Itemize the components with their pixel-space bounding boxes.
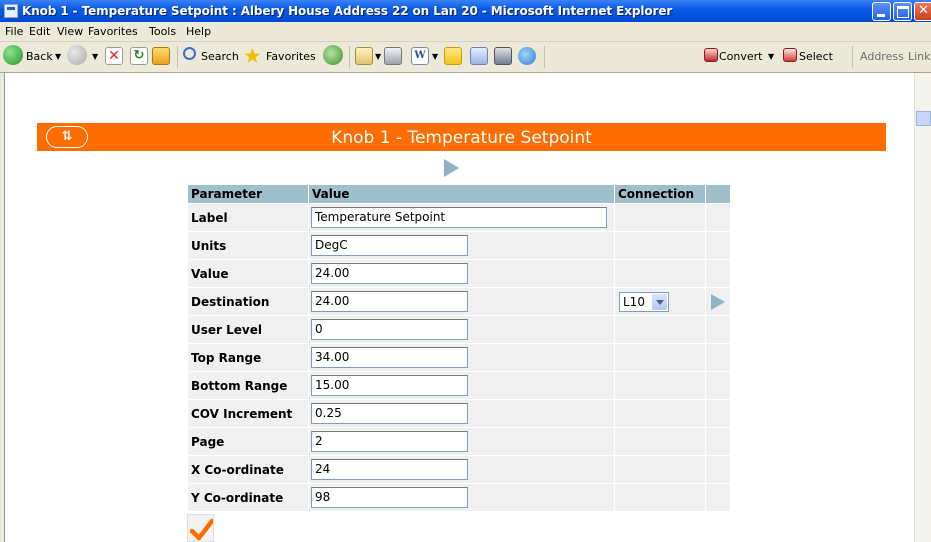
toolbar-separator <box>852 46 853 68</box>
menu-file[interactable]: File <box>5 25 23 38</box>
menu-favorites[interactable]: Favorites <box>88 25 138 38</box>
folder-icon[interactable] <box>444 47 462 65</box>
column-header-blank <box>705 184 731 204</box>
row-label: Y Co-ordinate <box>187 483 309 512</box>
print-icon[interactable] <box>384 47 402 65</box>
column-header-value: Value <box>308 184 615 204</box>
column-header-connection: Connection <box>614 184 706 204</box>
search-button-label[interactable]: Search <box>201 50 239 63</box>
table-row: Bottom Range 15.00 <box>187 371 731 400</box>
value-input[interactable]: 24.00 <box>311 263 468 284</box>
select-button-label[interactable]: Select <box>799 50 833 63</box>
toolbar-separator <box>544 46 545 68</box>
top-range-input[interactable]: 34.00 <box>311 347 468 368</box>
search-icon[interactable] <box>183 47 196 60</box>
minimize-button[interactable] <box>872 2 891 21</box>
books-icon[interactable] <box>494 47 512 65</box>
forward-arrow-icon[interactable] <box>67 45 87 65</box>
table-row: X Co-ordinate 24 <box>187 455 731 484</box>
table-row: Units DegC <box>187 231 731 260</box>
y-coordinate-input[interactable]: 98 <box>311 487 468 508</box>
row-label: X Co-ordinate <box>187 455 309 484</box>
back-dropdown-icon[interactable]: ▼ <box>55 52 61 61</box>
close-button[interactable] <box>914 2 931 21</box>
table-header-row: Parameter Value Connection <box>187 184 731 204</box>
forward-dropdown-icon[interactable]: ▼ <box>92 52 98 61</box>
favorites-button-label[interactable]: Favorites <box>266 50 316 63</box>
row-label: Units <box>187 231 309 260</box>
row-label: User Level <box>187 315 309 344</box>
history-icon[interactable] <box>323 45 343 65</box>
refresh-icon[interactable]: ↻ <box>130 47 148 65</box>
mail-dropdown-icon[interactable]: ▼ <box>375 52 381 61</box>
scroll-up-arrow[interactable] <box>916 111 931 126</box>
menu-help[interactable]: Help <box>186 25 211 38</box>
toolbar: Back ▼ ▼ ✕ ↻ Search ★ Favorites ▼ W ▼ Co… <box>0 42 931 73</box>
destination-input[interactable]: 24.00 <box>311 291 468 312</box>
checkmark-icon <box>190 518 213 541</box>
table-row: Value 24.00 <box>187 259 731 288</box>
row-label: COV Increment <box>187 399 309 428</box>
window-title: Knob 1 - Temperature Setpoint : Albery H… <box>22 4 673 18</box>
column-header-parameter: Parameter <box>187 184 309 204</box>
back-button-label[interactable]: Back <box>26 50 53 63</box>
page-title: Knob 1 - Temperature Setpoint <box>331 128 592 148</box>
stop-icon[interactable]: ✕ <box>105 47 123 65</box>
row-label: Value <box>187 259 309 288</box>
cov-increment-input[interactable]: 0.25 <box>311 403 468 424</box>
row-label: Label <box>187 203 309 232</box>
pdf-convert-icon[interactable] <box>704 48 718 62</box>
title-bar: Knob 1 - Temperature Setpoint : Albery H… <box>0 0 931 22</box>
menu-edit[interactable]: Edit <box>29 25 50 38</box>
menu-view[interactable]: View <box>57 25 83 38</box>
submit-checkmark-button[interactable] <box>187 514 214 542</box>
table-row: Page 2 <box>187 427 731 456</box>
units-input[interactable]: DegC <box>311 235 468 256</box>
row-label: Page <box>187 427 309 456</box>
chevron-down-icon[interactable] <box>652 293 667 310</box>
table-row: COV Increment 0.25 <box>187 399 731 428</box>
row-label: Top Range <box>187 343 309 372</box>
home-icon[interactable] <box>152 47 170 65</box>
play-arrow-icon[interactable] <box>711 293 725 310</box>
toolbar-separator <box>349 46 350 68</box>
select-tool-icon[interactable] <box>783 48 797 62</box>
ie-page-icon <box>4 4 18 18</box>
favorites-star-icon[interactable]: ★ <box>243 44 262 68</box>
table-row: Top Range 34.00 <box>187 343 731 372</box>
page-header: ⇅ Knob 1 - Temperature Setpoint <box>37 123 886 151</box>
research-icon[interactable] <box>470 47 488 65</box>
mail-icon[interactable] <box>355 47 373 65</box>
row-label: Bottom Range <box>187 371 309 400</box>
edit-dropdown-icon[interactable]: ▼ <box>432 52 438 61</box>
bottom-range-input[interactable]: 15.00 <box>311 375 468 396</box>
label-input[interactable]: Temperature Setpoint <box>311 207 607 228</box>
play-arrow-icon[interactable] <box>444 159 459 177</box>
maximize-button[interactable] <box>893 2 912 21</box>
parameters-table: Parameter Value Connection Label Tempera… <box>187 184 731 512</box>
menu-bar: File Edit View Favorites Tools Help <box>0 22 931 61</box>
table-row: Destination 24.00 L10 <box>187 287 731 316</box>
connection-select-value: L10 <box>623 294 645 309</box>
table-row: User Level 0 <box>187 315 731 344</box>
table-row: Label Temperature Setpoint <box>187 203 731 232</box>
window-left-border <box>0 73 5 542</box>
address-label[interactable]: Address <box>860 50 904 63</box>
toolbar-separator <box>177 46 178 68</box>
convert-button-label[interactable]: Convert <box>719 50 763 63</box>
x-coordinate-input[interactable]: 24 <box>311 459 468 480</box>
word-edit-icon[interactable]: W <box>411 47 429 65</box>
row-label: Destination <box>187 287 309 316</box>
vertical-scrollbar[interactable] <box>914 73 931 542</box>
convert-dropdown-icon[interactable]: ▼ <box>768 52 774 61</box>
table-row: Y Co-ordinate 98 <box>187 483 731 512</box>
page-input[interactable]: 2 <box>311 431 468 452</box>
menu-tools[interactable]: Tools <box>149 25 176 38</box>
user-level-input[interactable]: 0 <box>311 319 468 340</box>
messenger-icon[interactable] <box>518 47 536 65</box>
links-label[interactable]: Links <box>908 50 931 63</box>
back-arrow-icon[interactable] <box>3 45 23 65</box>
connection-select[interactable]: L10 <box>619 291 669 312</box>
